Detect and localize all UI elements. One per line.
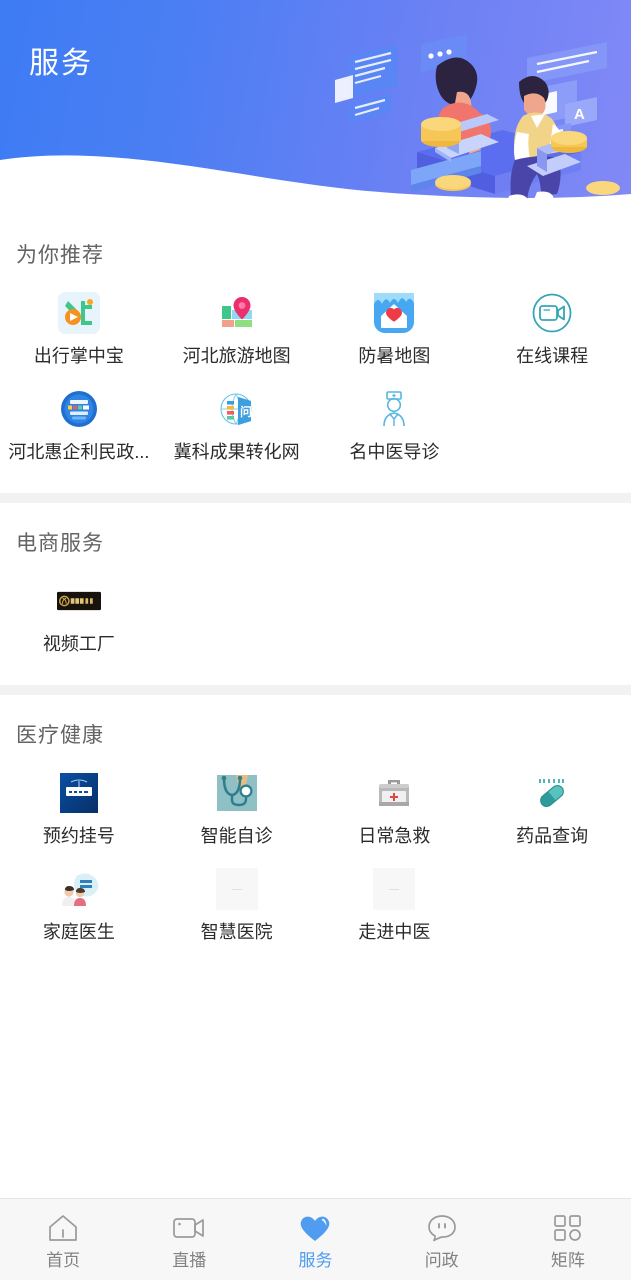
app-tile-tcm-guide[interactable]: 名中医导诊 <box>316 387 474 461</box>
app-tile-label: 防暑地图 <box>358 346 431 366</box>
app-tile-label: 出行掌中宝 <box>33 346 124 366</box>
recommended-grid: 出行掌中宝 河北旅游地图 防暑地图 在线课程 河北惠企利民政... 问 冀科成果… <box>0 269 631 475</box>
tab-label: 直播 <box>172 1251 207 1270</box>
section-ecommerce: 电商服务 视频工厂 <box>0 503 631 685</box>
service-page: A 服务 为你推荐 出行掌中宝 河北旅游地图 防暑地图 在线课程 河北惠企利民政… <box>0 0 631 1280</box>
bottom-tab-bar: 首页 直播 服务 问政 矩阵 <box>0 1198 631 1280</box>
app-tile-empty-slot <box>473 579 631 653</box>
app-tile-self-diagnosis[interactable]: 智能自诊 <box>158 771 316 845</box>
video-course-icon <box>530 291 574 335</box>
image-placeholder-icon <box>215 867 259 911</box>
app-tile-label: 智能自诊 <box>200 826 273 846</box>
appointment-registration-icon <box>57 771 101 815</box>
app-tile-label: 视频工厂 <box>42 634 115 654</box>
app-tile-label: 家庭医生 <box>42 922 115 942</box>
svg-text:问: 问 <box>240 404 252 419</box>
ecommerce-grid: 视频工厂 <box>0 557 631 667</box>
svg-text:A: A <box>574 106 585 123</box>
app-tile-video-factory[interactable]: 视频工厂 <box>0 579 158 653</box>
people-working-laptops-illustration: A <box>335 34 620 206</box>
app-tile-medicine-query[interactable]: 药品查询 <box>473 771 631 845</box>
section-title-health: 医疗健康 <box>16 724 104 747</box>
tech-transfer-globe-icon: 问 <box>215 387 259 431</box>
page-header: A 服务 <box>0 0 631 215</box>
app-tile-empty-slot <box>473 387 631 461</box>
video-factory-banner-icon <box>56 579 101 623</box>
app-tile-travel[interactable]: 出行掌中宝 <box>0 291 158 365</box>
speech-bubble-icon <box>423 1211 461 1245</box>
app-tile-label: 河北旅游地图 <box>182 346 291 366</box>
section-bottom-pad <box>0 955 631 973</box>
app-tile-label: 药品查询 <box>516 826 589 846</box>
tab-matrix[interactable]: 矩阵 <box>505 1199 631 1280</box>
section-divider-band <box>0 685 631 695</box>
section-title-ecommerce: 电商服务 <box>16 532 104 555</box>
section-divider-band <box>0 493 631 503</box>
app-tile-label: 名中医导诊 <box>349 442 440 462</box>
heatstroke-house-icon <box>372 291 416 335</box>
heart-icon <box>296 1211 334 1245</box>
app-tile-heatstroke-map[interactable]: 防暑地图 <box>316 291 474 365</box>
page-title: 服务 <box>29 47 93 80</box>
section-recommended: 为你推荐 出行掌中宝 河北旅游地图 防暑地图 在线课程 河北惠企利民政... 问… <box>0 215 631 493</box>
health-grid: 预约挂号 智能自诊 日常急救 药品查询 家庭医生 智慧医院 走进中医 <box>0 749 631 955</box>
app-tile-label: 河北惠企利民政... <box>8 443 150 461</box>
tab-live[interactable]: 直播 <box>126 1199 252 1280</box>
app-tile-online-course[interactable]: 在线课程 <box>473 291 631 365</box>
section-title-recommended: 为你推荐 <box>16 244 104 267</box>
app-tile-tech-transfer[interactable]: 问 冀科成果转化网 <box>158 387 316 461</box>
first-aid-kit-icon <box>372 771 416 815</box>
app-tile-label: 冀科成果转化网 <box>173 442 300 462</box>
section-bottom-pad <box>0 475 631 493</box>
app-tile-tourism-map[interactable]: 河北旅游地图 <box>158 291 316 365</box>
app-tile-label: 走进中医 <box>358 922 431 942</box>
tab-home[interactable]: 首页 <box>0 1199 126 1280</box>
stethoscope-selfdiagnosis-icon <box>215 771 259 815</box>
app-tile-hebei-policy[interactable]: 河北惠企利民政... <box>0 387 158 461</box>
map-pin-icon <box>215 291 259 335</box>
section-bottom-pad <box>0 667 631 685</box>
tab-label: 服务 <box>298 1251 333 1270</box>
tab-label: 首页 <box>46 1251 81 1270</box>
hebei-policy-badge-icon <box>57 387 101 431</box>
app-tile-smart-hospital[interactable]: 智慧医院 <box>158 867 316 941</box>
doctor-guide-icon <box>372 387 416 431</box>
app-tile-label: 在线课程 <box>516 346 589 366</box>
app-tile-empty-slot <box>473 867 631 941</box>
travel-bus-app-icon <box>57 291 101 335</box>
home-icon <box>44 1211 82 1245</box>
app-tile-empty-slot <box>158 579 316 653</box>
video-camera-icon <box>170 1211 208 1245</box>
app-tile-tcm-intro[interactable]: 走进中医 <box>316 867 474 941</box>
tab-service[interactable]: 服务 <box>252 1199 378 1280</box>
app-tile-label: 智慧医院 <box>200 922 273 942</box>
section-health: 医疗健康 预约挂号 智能自诊 日常急救 药品查询 家庭医生 智慧医院 走进中医 <box>0 695 631 973</box>
app-tile-label: 预约挂号 <box>42 826 115 846</box>
family-doctor-icon <box>57 867 101 911</box>
grid-matrix-icon <box>549 1211 587 1245</box>
tab-politics[interactable]: 问政 <box>379 1199 505 1280</box>
app-tile-label: 日常急救 <box>358 826 431 846</box>
app-tile-first-aid[interactable]: 日常急救 <box>316 771 474 845</box>
image-placeholder-icon <box>372 867 416 911</box>
app-tile-family-doctor[interactable]: 家庭医生 <box>0 867 158 941</box>
tab-label: 矩阵 <box>550 1251 585 1270</box>
app-tile-empty-slot <box>316 579 474 653</box>
tab-label: 问政 <box>424 1251 459 1270</box>
app-tile-appointment[interactable]: 预约挂号 <box>0 771 158 845</box>
medicine-capsule-icon <box>530 771 574 815</box>
